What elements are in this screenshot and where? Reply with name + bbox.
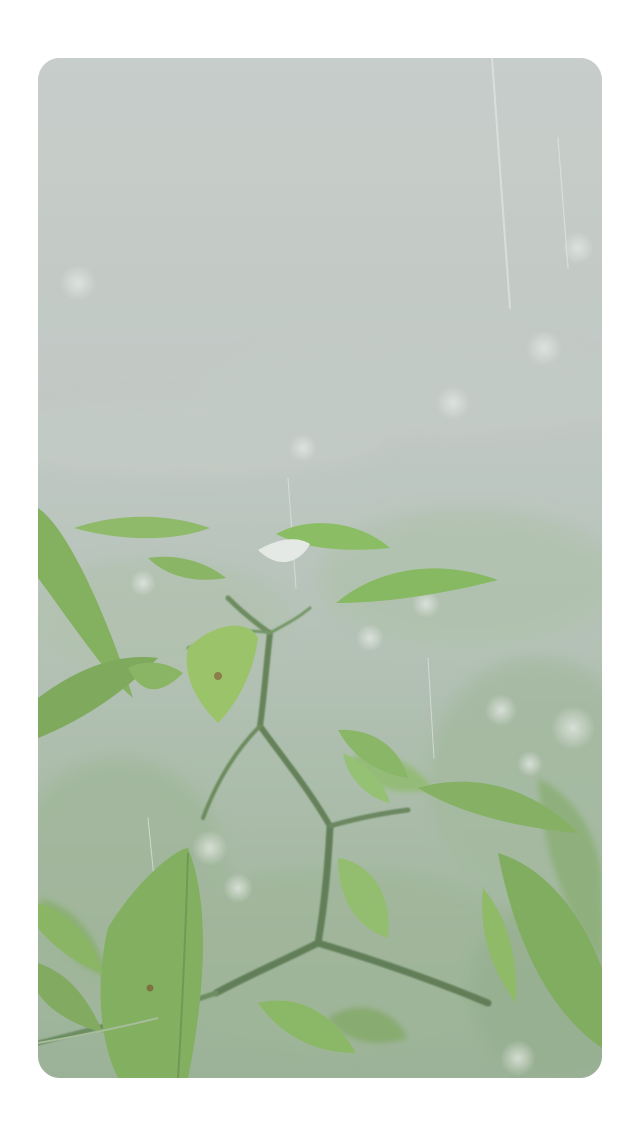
- rainy-plant-photo: [38, 58, 602, 1078]
- photo-card: [38, 58, 602, 1078]
- mist-overlay: [38, 58, 602, 1078]
- page: [0, 0, 640, 1136]
